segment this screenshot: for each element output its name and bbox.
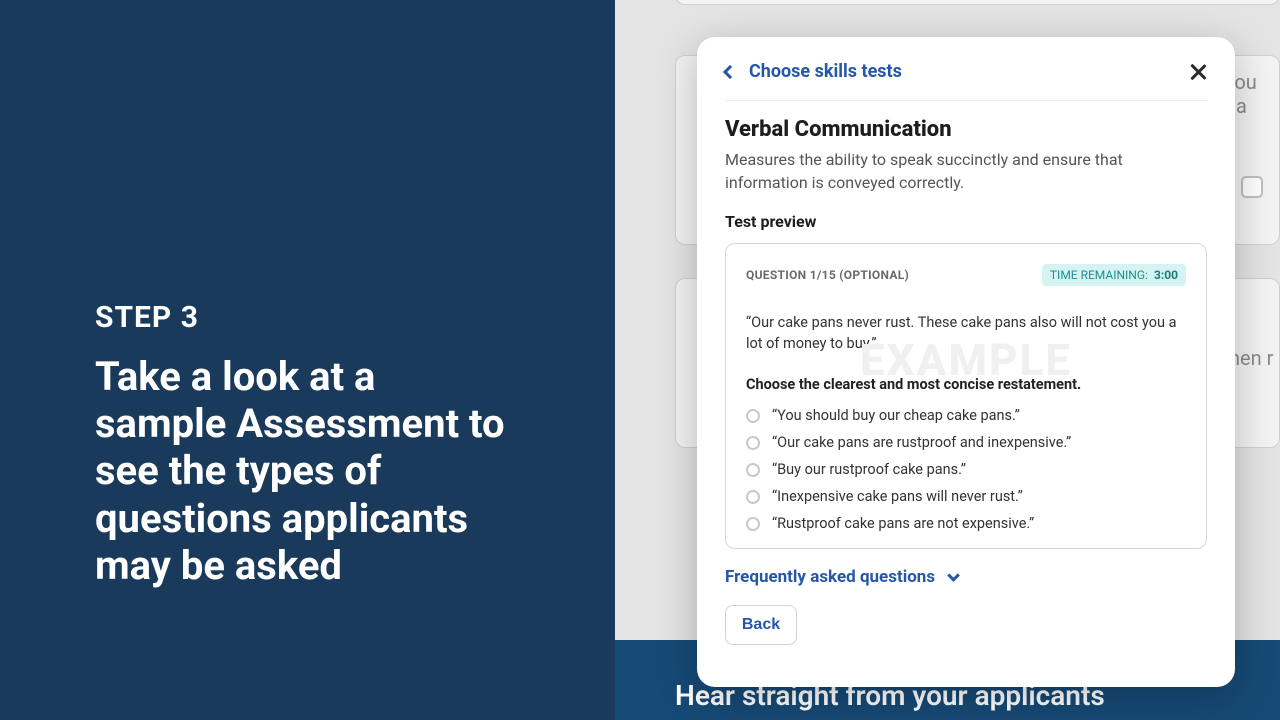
prompt-quote: “Our cake pans never rust. These cake pa… <box>746 312 1186 354</box>
option-label: “Rustproof cake pans are not expensive.” <box>772 515 1034 532</box>
option-label: “Our cake pans are rustproof and inexpen… <box>772 434 1071 451</box>
back-nav[interactable]: Choose skills tests <box>725 61 902 82</box>
stage: STEP 3 Take a look at a sample Assessmen… <box>0 0 1280 720</box>
step-description: Take a look at a sample Assessment to se… <box>95 353 515 589</box>
faq-toggle[interactable]: Frequently asked questions <box>725 567 1207 587</box>
modal-title: Verbal Communication <box>725 117 1207 142</box>
left-panel: STEP 3 Take a look at a sample Assessmen… <box>0 0 615 720</box>
time-remaining-pill: TIME REMAINING: 3:00 <box>1042 264 1186 286</box>
modal-header: Choose skills tests <box>725 61 1207 101</box>
time-label: TIME REMAINING: <box>1050 268 1148 282</box>
option-label: “Buy our rustproof cake pans.” <box>772 461 966 478</box>
faq-label: Frequently asked questions <box>725 567 935 587</box>
close-icon[interactable] <box>1189 63 1207 81</box>
answer-option[interactable]: “Our cake pans are rustproof and inexpen… <box>746 434 1186 451</box>
answer-options: “You should buy our cheap cake pans.” “O… <box>746 407 1186 532</box>
bg-peek-text: hen r <box>1229 346 1273 370</box>
skills-test-modal: Choose skills tests Verbal Communication… <box>697 37 1235 687</box>
prompt-instruction: Choose the clearest and most concise res… <box>746 376 1186 393</box>
answer-option[interactable]: “Inexpensive cake pans will never rust.” <box>746 488 1186 505</box>
time-value: 3:00 <box>1154 268 1178 282</box>
answer-option[interactable]: “You should buy our cheap cake pans.” <box>746 407 1186 424</box>
answer-option[interactable]: “Rustproof cake pans are not expensive.” <box>746 515 1186 532</box>
radio-icon <box>746 409 760 423</box>
radio-icon <box>746 517 760 531</box>
radio-icon <box>746 490 760 504</box>
modal-description: Measures the ability to speak succinctly… <box>725 148 1207 194</box>
back-nav-label: Choose skills tests <box>749 61 902 82</box>
question-meta: QUESTION 1/15 (OPTIONAL) <box>746 268 909 282</box>
bg-checkbox <box>1241 176 1263 198</box>
bg-card <box>675 0 1280 5</box>
radio-icon <box>746 463 760 477</box>
preview-label: Test preview <box>725 212 1207 231</box>
option-label: “You should buy our cheap cake pans.” <box>772 407 1020 424</box>
step-label: STEP 3 <box>95 300 565 335</box>
preview-card: EXAMPLE QUESTION 1/15 (OPTIONAL) TIME RE… <box>725 243 1207 549</box>
option-label: “Inexpensive cake pans will never rust.” <box>772 488 1023 505</box>
radio-icon <box>746 436 760 450</box>
chevron-left-icon <box>723 64 737 78</box>
back-button[interactable]: Back <box>725 605 797 645</box>
chevron-down-icon <box>947 570 960 583</box>
answer-option[interactable]: “Buy our rustproof cake pans.” <box>746 461 1186 478</box>
preview-top-row: QUESTION 1/15 (OPTIONAL) TIME REMAINING:… <box>746 264 1186 286</box>
